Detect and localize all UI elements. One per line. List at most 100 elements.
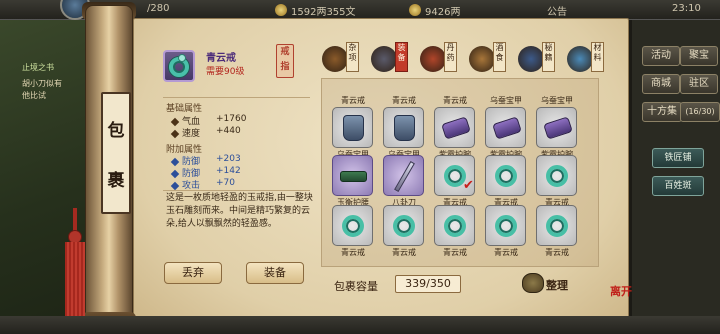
attr-value: +440 xyxy=(216,126,241,136)
item-label: 乌蚕宝甲 xyxy=(541,96,573,105)
item-label: 青云戒 xyxy=(392,96,416,105)
tab-equipment[interactable]: 装备 xyxy=(369,42,415,76)
equipment-icon xyxy=(371,46,397,72)
quest-title[interactable]: 止境之书 xyxy=(22,62,54,73)
base-attr-row: 速度 +440 xyxy=(170,126,241,139)
stamina-value: /280 xyxy=(147,3,170,14)
attr-value: +203 xyxy=(216,154,241,164)
attr-value: +142 xyxy=(216,166,241,176)
equipped-check-icon: ✔ xyxy=(463,178,474,193)
inventory-slot[interactable] xyxy=(485,155,526,196)
inventory-slot[interactable] xyxy=(434,107,475,148)
bracer-icon xyxy=(492,116,522,140)
bracer-icon xyxy=(543,116,573,140)
item-label: 乌蚕宝甲 xyxy=(490,96,522,105)
inventory-slot[interactable] xyxy=(536,205,577,246)
type-tag-char: 指 xyxy=(280,62,290,72)
pill-icon xyxy=(420,46,446,72)
diamond-bullet-icon xyxy=(170,129,180,138)
category-tabs: 杂项 装备 丹药 酒食 秘籍 材料 xyxy=(320,42,612,76)
inventory-slot[interactable] xyxy=(485,205,526,246)
selected-item-icon xyxy=(163,50,195,82)
ring-icon xyxy=(495,165,517,187)
close-seal-button[interactable]: 离开 xyxy=(609,286,633,312)
tab-label: 杂项 xyxy=(346,42,359,72)
type-tag-char: 戒 xyxy=(280,47,290,57)
tassel-decoration xyxy=(64,208,86,326)
announcement-button[interactable]: 公告 xyxy=(547,3,567,18)
game-screen: /280 1592两355文 9426两 公告 23:10 止境之书 胡小刀似有… xyxy=(0,0,720,334)
quest-line: 胡小刀似有 xyxy=(22,79,62,88)
capacity-value: 339/350 xyxy=(395,275,461,293)
sort-button[interactable]: 整理 xyxy=(546,277,568,293)
ring-icon xyxy=(546,215,568,237)
equip-button[interactable]: 装备 xyxy=(246,262,304,284)
discard-button[interactable]: 丢弃 xyxy=(164,262,222,284)
attr-value: +70 xyxy=(216,178,235,188)
armor-icon xyxy=(343,115,364,141)
tab-label: 丹药 xyxy=(444,42,457,72)
tab-pot[interactable]: 杂项 xyxy=(320,42,366,76)
item-label: 青云戒 xyxy=(443,96,467,105)
item-name: 青云戒 xyxy=(206,53,236,64)
inventory-slot[interactable] xyxy=(383,155,424,196)
inventory-slot[interactable] xyxy=(536,155,577,196)
inventory-slot[interactable] xyxy=(383,107,424,148)
inventory-grid[interactable]: 青云戒青云戒青云戒乌蚕宝甲乌蚕宝甲乌蚕宝甲乌蚕宝甲紫霞护腕紫霞护腕紫霞护腕玉衡护… xyxy=(321,78,599,267)
bracer-icon xyxy=(441,116,471,140)
item-label: 青云戒 xyxy=(545,248,569,257)
item-label: 青云戒 xyxy=(341,248,365,257)
pawnshop-button[interactable]: 百姓斑 xyxy=(652,176,704,196)
clock: 23:10 xyxy=(672,3,701,14)
silver-coin-icon xyxy=(275,4,287,16)
item-type-tag: 戒 指 xyxy=(276,44,294,78)
ring-icon xyxy=(546,165,568,187)
inventory-slot[interactable] xyxy=(383,205,424,246)
shop-button[interactable]: 商城 xyxy=(642,74,680,94)
tab-book[interactable]: 秘籍 xyxy=(516,42,562,76)
ring-icon xyxy=(169,54,189,77)
bottom-toolbar xyxy=(0,316,720,334)
tab-label: 材料 xyxy=(591,42,604,72)
divider xyxy=(163,97,310,98)
item-label: 青云戒 xyxy=(392,248,416,257)
inventory-slot[interactable] xyxy=(434,205,475,246)
item-requirement: 需要90级 xyxy=(206,67,245,77)
quest-line: 他比试 xyxy=(22,91,46,100)
pot-icon xyxy=(322,46,348,72)
inventory-slot[interactable] xyxy=(536,107,577,148)
tab-wine[interactable]: 酒食 xyxy=(467,42,513,76)
inventory-slot[interactable]: ✔ xyxy=(434,155,475,196)
silver-value: 1592两355文 xyxy=(291,7,356,18)
gold-value: 9426两 xyxy=(425,7,461,18)
blacksmith-button[interactable]: 铁匠铺 xyxy=(652,148,704,168)
inventory-slot[interactable] xyxy=(332,107,373,148)
ring-icon xyxy=(342,215,364,237)
item-label: 青云戒 xyxy=(341,96,365,105)
item-label: 青云戒 xyxy=(443,248,467,257)
diamond-bullet-icon xyxy=(170,157,180,166)
crystal-icon xyxy=(567,46,593,72)
market-label[interactable]: 十方集 xyxy=(642,102,682,122)
inventory-slot[interactable] xyxy=(332,155,373,196)
base-attr-title: 基础属性 xyxy=(166,104,203,114)
attr-value: +1760 xyxy=(216,114,247,124)
ring-icon xyxy=(495,215,517,237)
diamond-bullet-icon xyxy=(170,117,180,126)
panel-title-char: 包 xyxy=(107,121,125,141)
inventory-slot[interactable] xyxy=(485,107,526,148)
treasure-button[interactable]: 聚宝 xyxy=(680,46,718,66)
tab-crystal[interactable]: 材料 xyxy=(565,42,611,76)
blade-icon xyxy=(394,160,415,193)
tab-pill[interactable]: 丹药 xyxy=(418,42,464,76)
divider xyxy=(163,190,310,191)
capacity-label: 包裹容量 xyxy=(334,280,378,293)
diamond-bullet-icon xyxy=(170,181,180,190)
activity-button[interactable]: 活动 xyxy=(642,46,680,66)
attr-label: 速度 xyxy=(182,129,201,139)
station-button[interactable]: 驻区 xyxy=(680,74,718,94)
bag-icon[interactable] xyxy=(522,273,544,293)
item-description: 这是一枚质地轻盈的玉戒指,由一整块玉石雕刻而来。中间是精巧繁复的云朵,给人以飘飘… xyxy=(166,193,313,229)
inventory-slot[interactable] xyxy=(332,205,373,246)
panel-title: 包 裹 xyxy=(101,92,131,214)
